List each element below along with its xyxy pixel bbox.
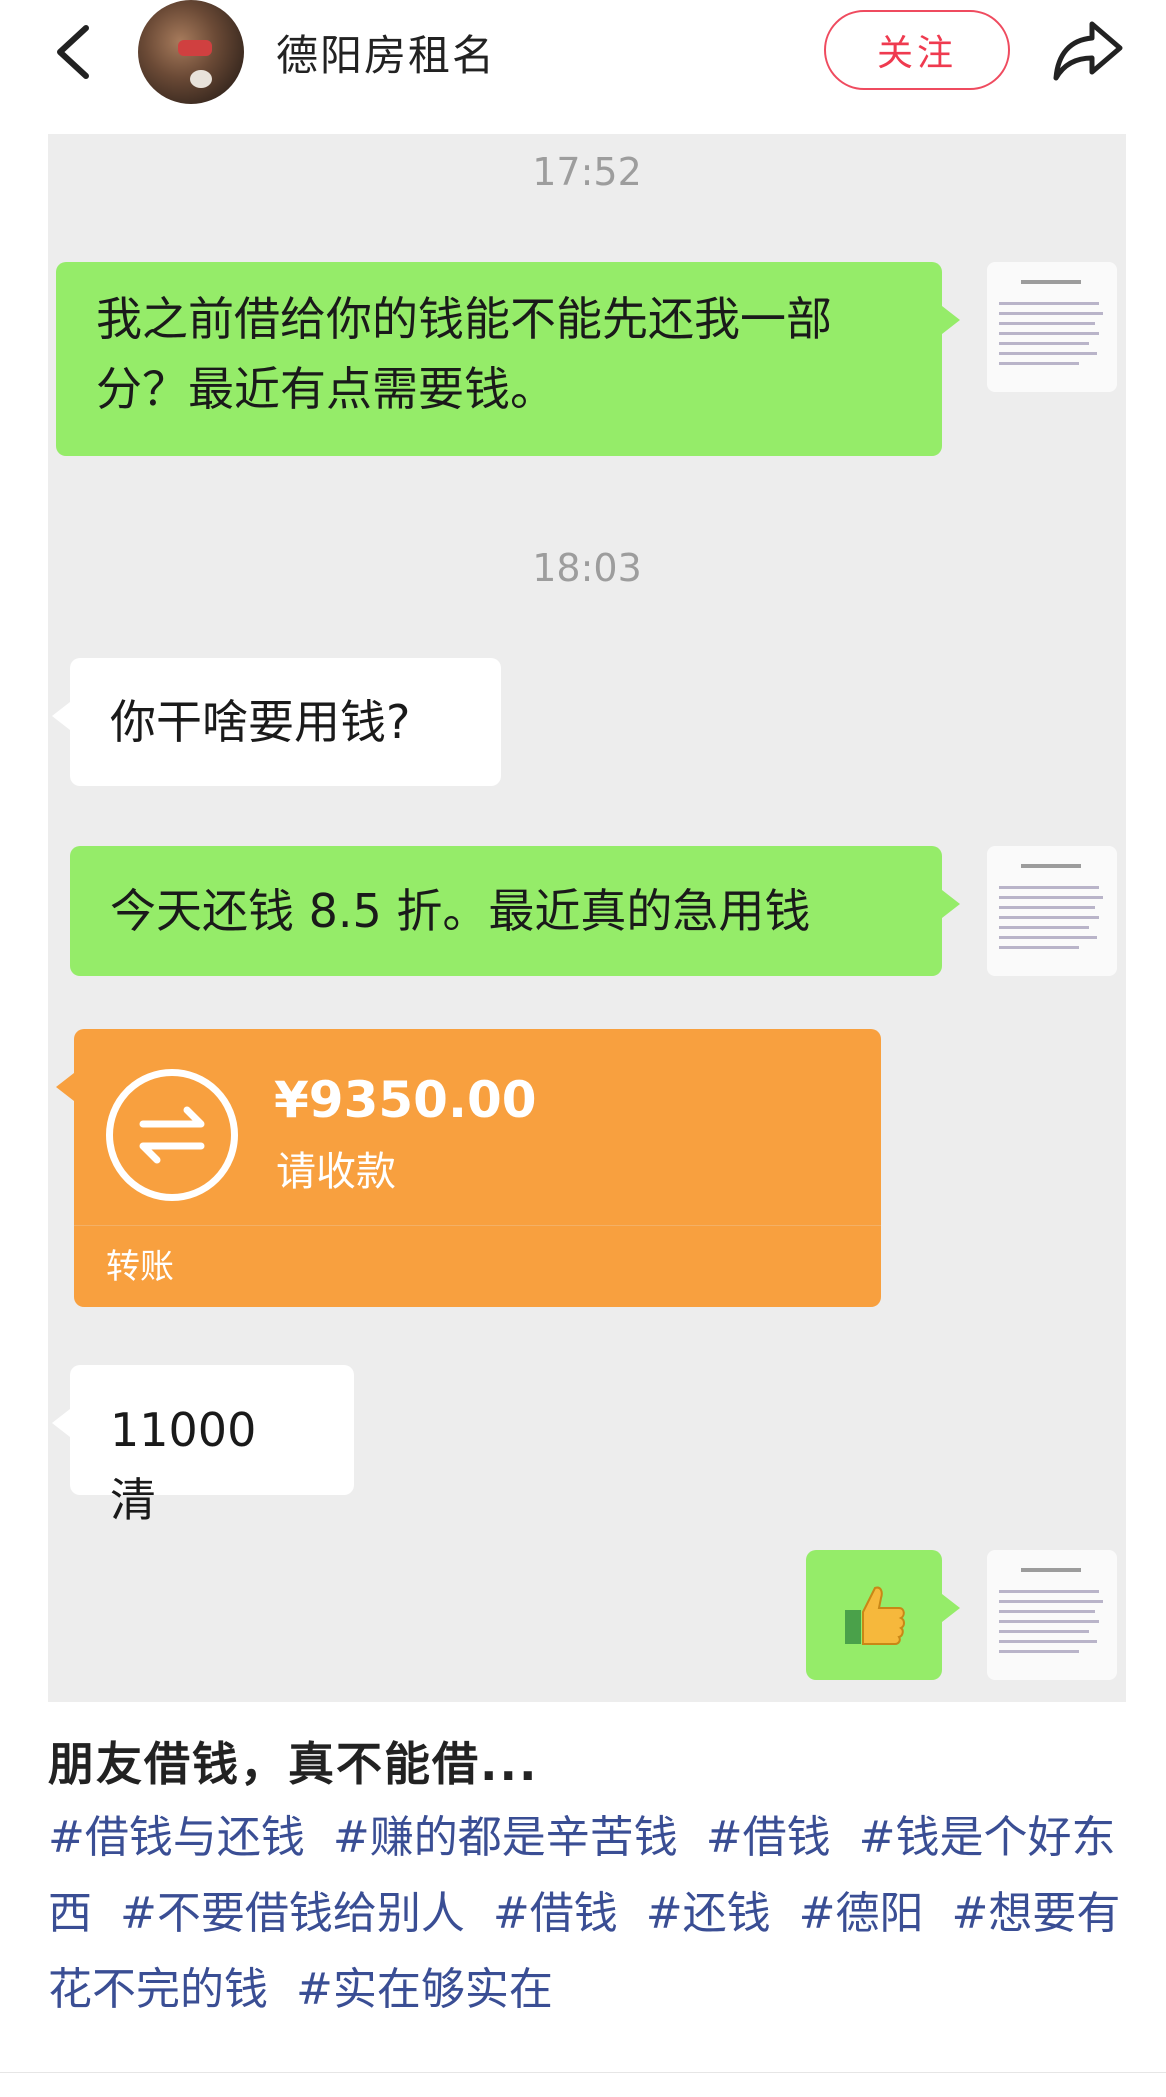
sender-avatar xyxy=(987,262,1117,392)
timestamp: 18:03 xyxy=(532,546,642,590)
sent-message-bubble xyxy=(806,1550,960,1680)
received-message-bubble: 你干啥要用钱? xyxy=(52,658,501,786)
received-message-bubble: 11000 清 xyxy=(52,1365,354,1527)
divider xyxy=(0,2072,1166,2073)
username[interactable]: 德阳房租名 xyxy=(276,22,496,83)
sent-message-bubble: 今天还钱 8.5 折。最近真的急用钱 xyxy=(70,846,960,976)
sent-message-bubble: 我之前借给你的钱能不能先还我一部分？最近有点需要钱。 xyxy=(56,262,960,456)
chat-screenshot: 17:52 我之前借给你的钱能不能先还我一部分？最近有点需要钱。 18:03 你… xyxy=(48,134,1126,1702)
back-arrow-icon[interactable] xyxy=(50,22,96,82)
hashtag[interactable]: #借钱 xyxy=(706,1812,831,1863)
top-bar: 德阳房租名 关注 xyxy=(0,0,1166,110)
hashtag[interactable]: #赚的都是辛苦钱 xyxy=(333,1812,678,1863)
hashtag[interactable]: #德阳 xyxy=(799,1888,924,1939)
transfer-amount: ¥9350.00 xyxy=(274,1071,537,1129)
follow-button[interactable]: 关注 xyxy=(824,10,1010,90)
hashtag[interactable]: #实在够实在 xyxy=(296,1964,553,2015)
sender-avatar xyxy=(987,846,1117,976)
transfer-card[interactable]: ¥9350.00 请收款 转账 xyxy=(56,1029,881,1307)
share-icon[interactable] xyxy=(1052,18,1124,84)
thumbs-up-icon xyxy=(845,1586,905,1645)
hashtag[interactable]: #借钱 xyxy=(493,1888,618,1939)
hashtag[interactable]: #借钱与还钱 xyxy=(48,1812,305,1863)
sender-avatar xyxy=(987,1550,1117,1680)
avatar[interactable] xyxy=(138,0,244,104)
transfer-icon xyxy=(106,1069,238,1201)
hashtag[interactable]: #不要借钱给别人 xyxy=(120,1888,465,1939)
transfer-label: 转账 xyxy=(106,1247,174,1287)
post-title: 朋友借钱，真不能借... xyxy=(48,1737,539,1791)
transfer-note: 请收款 xyxy=(276,1149,396,1195)
timestamp: 17:52 xyxy=(532,150,642,194)
hashtag-list: #借钱与还钱 #赚的都是辛苦钱 #借钱 #钱是个好东西 #不要借钱给别人 #借钱… xyxy=(48,1800,1128,2028)
hashtag[interactable]: #还钱 xyxy=(646,1888,771,1939)
